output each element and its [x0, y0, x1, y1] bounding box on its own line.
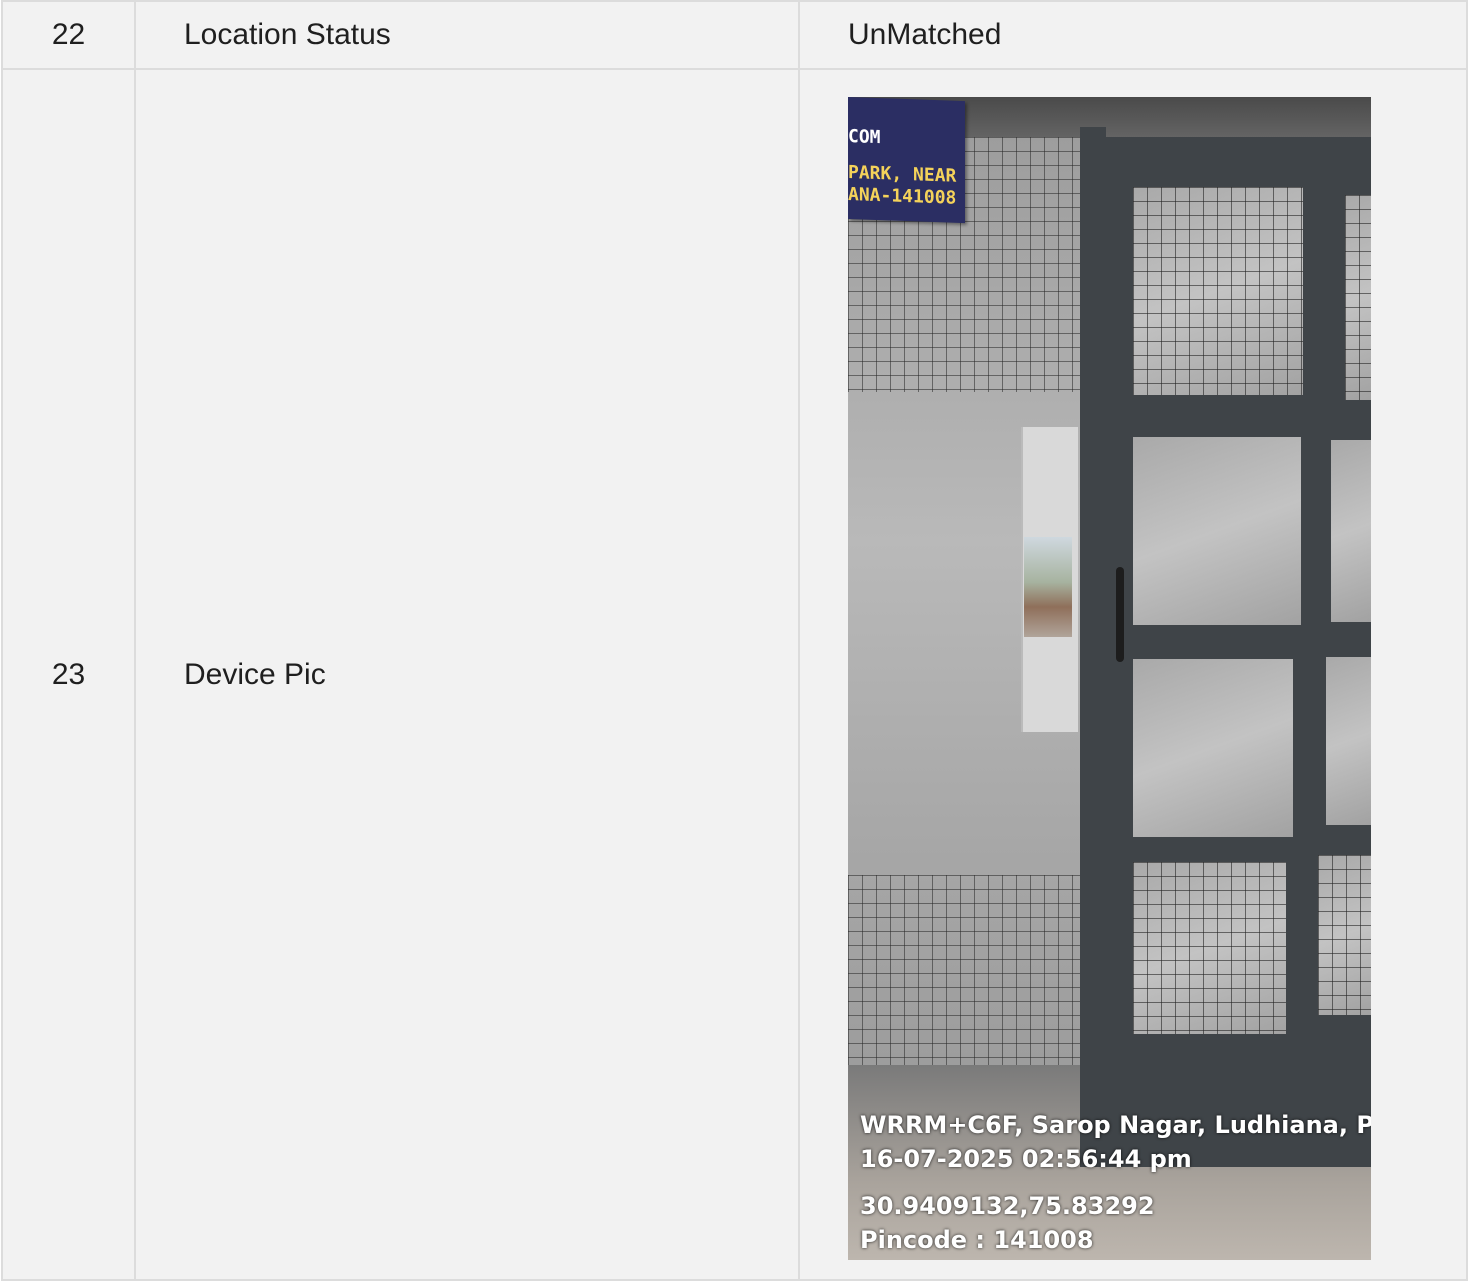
photo-window-view: [1024, 536, 1072, 637]
photo-door-pane: [1133, 658, 1293, 837]
sign-text: ANA-141008: [848, 183, 957, 209]
field-label: Device Pic: [134, 68, 800, 1281]
device-pic-cell: COM PARK, NEAR ANA-141008 WRRM+C6F, Saro…: [798, 68, 1468, 1281]
photo-door-pane: [1318, 854, 1371, 1015]
photo-door-handle: [1116, 566, 1124, 662]
photo-door-pane: [1133, 436, 1301, 625]
sign-text: PARK, NEAR: [848, 161, 957, 187]
stamp-coordinates: 30.9409132,75.83292: [860, 1191, 1155, 1220]
table-row: 22 Location Status UnMatched: [1, 0, 1468, 70]
row-index: 22: [1, 0, 136, 70]
photo-door-pane: [1133, 861, 1286, 1034]
stamp-pincode: Pincode : 141008: [860, 1225, 1094, 1254]
sign-text: COM: [848, 125, 881, 148]
photo-door-pane: [1326, 656, 1371, 825]
field-label: Location Status: [134, 0, 800, 70]
table-row: 23 Device Pic COM PARK, NEAR ANA-141008 …: [1, 68, 1468, 1281]
photo-grid-pattern: [848, 874, 1080, 1065]
details-table: 22 Location Status UnMatched 23 Device P…: [1, 0, 1468, 1281]
row-index: 23: [1, 68, 136, 1281]
photo-sign-board: COM PARK, NEAR ANA-141008: [848, 96, 965, 223]
photo-door-pane: [1331, 439, 1371, 622]
photo-door-frame: [1080, 126, 1106, 1167]
photo-door-pane: [1345, 194, 1371, 400]
location-status-value: UnMatched: [798, 0, 1468, 70]
photo-door-pane: [1133, 186, 1303, 395]
stamp-address: WRRM+C6F, Sarop Nagar, Ludhiana, Punjab …: [860, 1110, 1371, 1139]
stamp-datetime: 16-07-2025 02:56:44 pm: [860, 1144, 1192, 1173]
device-photo[interactable]: COM PARK, NEAR ANA-141008 WRRM+C6F, Saro…: [848, 96, 1371, 1260]
